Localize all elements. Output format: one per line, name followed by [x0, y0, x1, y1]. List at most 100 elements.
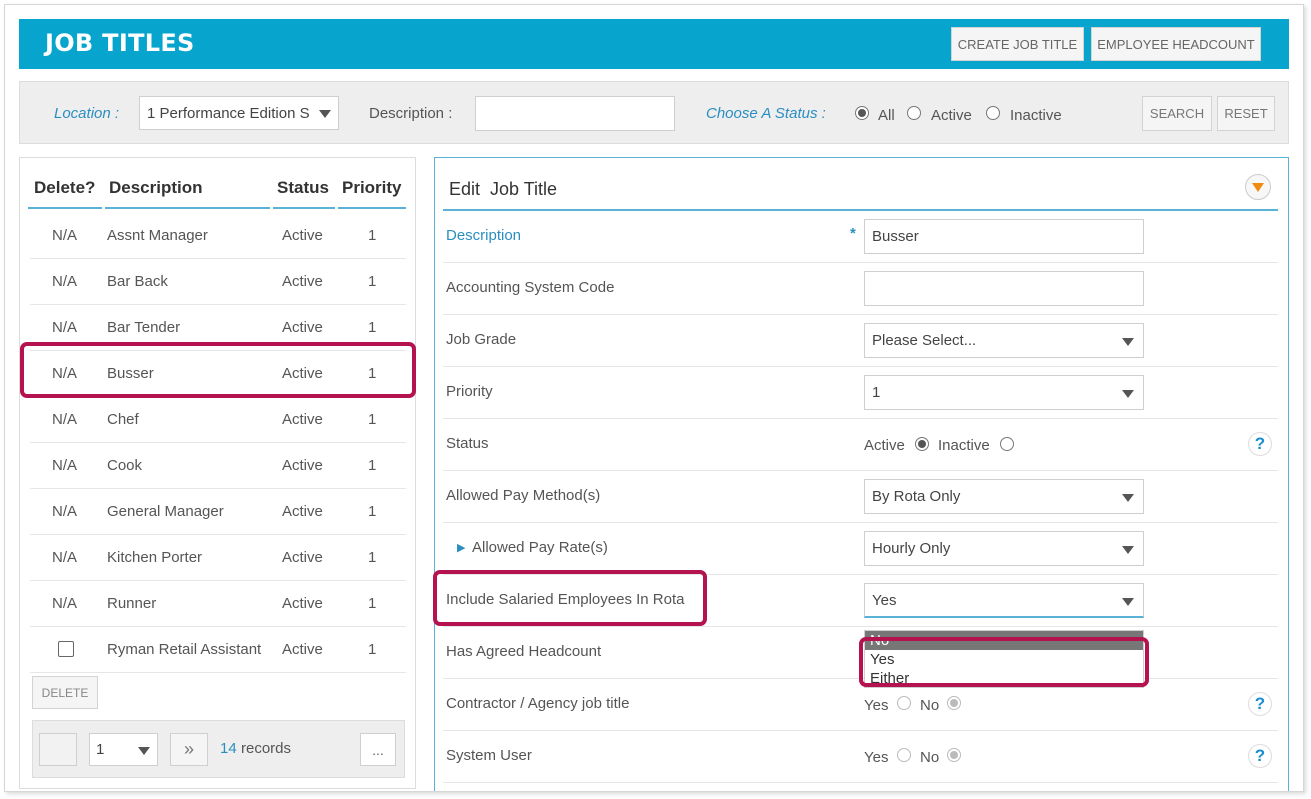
required-marker: * [850, 225, 856, 242]
row-delete: N/A [52, 319, 78, 336]
form-row-pay-method: Allowed Pay Method(s) By Rota Only [443, 471, 1278, 523]
row-delete: N/A [52, 595, 78, 612]
table-row[interactable]: N/A Assnt Manager Active 1 [30, 213, 406, 259]
status-inactive-label: Inactive [1010, 107, 1062, 124]
priority-value: 1 [872, 384, 881, 401]
row-priority: 1 [368, 503, 377, 520]
status-inactive-label: Inactive [938, 437, 990, 454]
description-filter-input[interactable] [475, 96, 675, 131]
table-row[interactable]: N/A Cook Active 1 [30, 443, 406, 489]
status-active-radio[interactable] [915, 437, 929, 451]
priority-select[interactable]: 1 [864, 375, 1144, 410]
contractor-no-radio[interactable] [947, 696, 961, 710]
headcount-label: Has Agreed Headcount [446, 643, 602, 660]
pay-rate-label: Allowed Pay Rate(s) [472, 539, 608, 556]
highlight-dropdown-options [859, 637, 1149, 687]
row-priority: 1 [368, 595, 377, 612]
description-input[interactable]: Busser [864, 219, 1144, 254]
chevron-down-icon [138, 747, 150, 755]
table-row[interactable]: N/A Runner Active 1 [30, 581, 406, 627]
row-description: Bar Tender [107, 319, 181, 336]
collapse-toggle-icon[interactable] [1245, 174, 1271, 200]
col-header-priority[interactable]: Priority [342, 178, 402, 198]
system-user-yes-radio[interactable] [897, 748, 911, 762]
status-active-label: Active [864, 437, 905, 454]
table-row[interactable]: N/A Bar Back Active 1 [30, 259, 406, 305]
row-delete: N/A [52, 503, 78, 520]
status-label: Status [446, 435, 489, 452]
pay-method-select[interactable]: By Rota Only [864, 479, 1144, 514]
delete-button[interactable]: DELETE [32, 676, 98, 709]
salaried-select[interactable]: Yes [864, 583, 1144, 618]
reset-button[interactable]: RESET [1217, 96, 1275, 131]
system-user-no-radio[interactable] [947, 748, 961, 762]
chevron-down-icon [1122, 338, 1134, 346]
form-row-pay-rate: ▶ Allowed Pay Rate(s) Hourly Only [443, 523, 1278, 575]
row-status: Active [282, 273, 323, 290]
row-description: Bar Back [107, 273, 168, 290]
records-label: records [241, 740, 292, 757]
contractor-label: Contractor / Agency job title [446, 695, 630, 712]
status-inactive-radio[interactable] [1000, 437, 1014, 451]
job-grade-select[interactable]: Please Select... [864, 323, 1144, 358]
contractor-yes-label: Yes [864, 697, 889, 714]
row-priority: 1 [368, 319, 377, 336]
header-divider [28, 207, 102, 209]
form-row-description: Description * Busser [443, 211, 1278, 263]
row-status: Active [282, 227, 323, 244]
next-page-button[interactable]: » [170, 733, 208, 766]
page-select[interactable]: 1 [89, 733, 158, 766]
prev-page-button[interactable] [39, 733, 77, 766]
row-delete: N/A [52, 457, 78, 474]
create-job-title-button[interactable]: CREATE JOB TITLE [951, 27, 1084, 61]
chevron-down-icon [1122, 546, 1134, 554]
accounting-code-input[interactable] [864, 271, 1144, 306]
row-description: Assnt Manager [107, 227, 208, 244]
location-select[interactable]: 1 Performance Edition S [139, 96, 339, 130]
description-label: Description [446, 227, 522, 244]
status-all-label: All [878, 107, 895, 124]
help-icon[interactable]: ? [1248, 744, 1272, 768]
employee-headcount-button[interactable]: EMPLOYEE HEADCOUNT [1091, 27, 1261, 61]
job-grade-label: Job Grade [446, 331, 517, 348]
row-priority: 1 [368, 549, 377, 566]
row-status: Active [282, 595, 323, 612]
table-row[interactable]: Ryman Retail Assistant Active 1 [30, 627, 406, 673]
contractor-yes-radio[interactable] [897, 696, 911, 710]
highlight-salaried-label [433, 570, 707, 626]
pay-rate-select[interactable]: Hourly Only [864, 531, 1144, 566]
status-active-radio[interactable] [907, 106, 921, 120]
search-button[interactable]: SEARCH [1142, 96, 1212, 131]
table-row[interactable]: N/A Kitchen Porter Active 1 [30, 535, 406, 581]
row-priority: 1 [368, 641, 377, 658]
row-delete: N/A [52, 227, 78, 244]
page-title: JOB TITLES [45, 29, 195, 57]
col-header-description[interactable]: Description [109, 178, 203, 198]
pay-method-label: Allowed Pay Method(s) [446, 487, 601, 504]
status-all-radio[interactable] [855, 106, 869, 120]
pager: 1 » 14 records ... [32, 720, 405, 778]
row-delete: N/A [52, 273, 78, 290]
system-user-label: System User [446, 747, 532, 764]
help-icon[interactable]: ? [1248, 432, 1272, 456]
help-icon[interactable]: ? [1248, 692, 1272, 716]
accounting-code-label: Accounting System Code [446, 279, 615, 296]
chevron-down-icon [319, 110, 331, 118]
page-header: JOB TITLES CREATE JOB TITLE EMPLOYEE HEA… [19, 19, 1289, 69]
system-user-yes-label: Yes [864, 749, 889, 766]
pay-rate-expand-icon[interactable]: ▶ [457, 539, 465, 556]
priority-label: Priority [446, 383, 493, 400]
pay-rate-value: Hourly Only [872, 540, 951, 557]
header-divider [105, 207, 270, 209]
col-header-status[interactable]: Status [277, 178, 329, 198]
row-status: Active [282, 457, 323, 474]
row-status: Active [282, 319, 323, 336]
more-options-button[interactable]: ... [360, 733, 396, 766]
chevron-down-icon [1122, 390, 1134, 398]
row-delete: N/A [52, 411, 78, 428]
row-delete-checkbox[interactable] [58, 641, 74, 657]
table-row[interactable]: N/A General Manager Active 1 [30, 489, 406, 535]
status-inactive-radio[interactable] [986, 106, 1000, 120]
row-description: Cook [107, 457, 143, 474]
table-row[interactable]: N/A Chef Active 1 [30, 397, 406, 443]
